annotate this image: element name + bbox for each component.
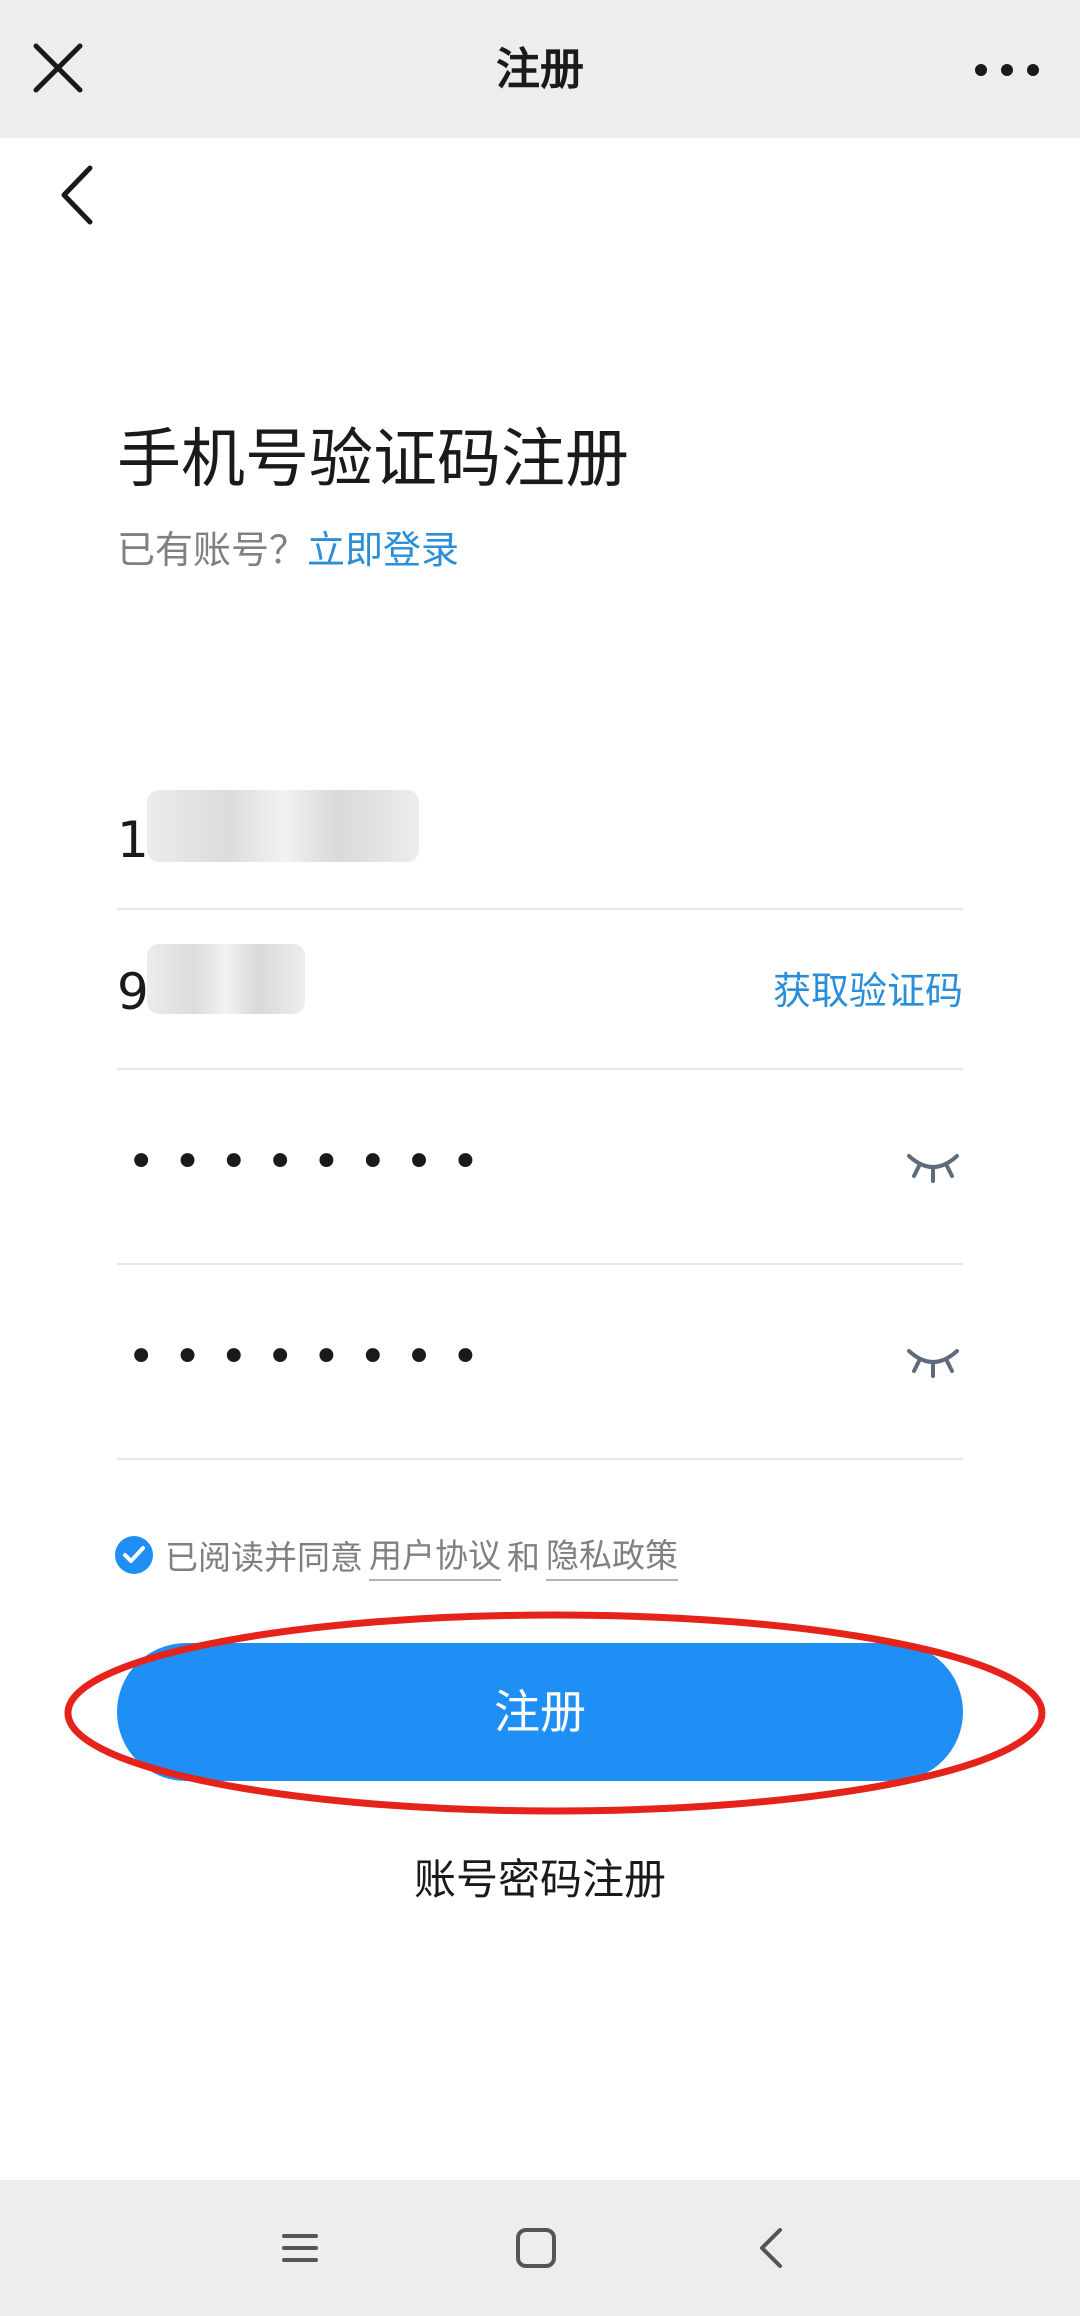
- system-nav-bar: [0, 2180, 1080, 2316]
- agreement-checkbox[interactable]: [115, 1536, 153, 1574]
- register-button[interactable]: 注册: [117, 1643, 963, 1781]
- more-horizontal-icon[interactable]: [972, 50, 1042, 90]
- account-password-register-link[interactable]: 账号密码注册: [0, 1852, 1080, 1908]
- verification-code-field[interactable]: 9 获取验证码: [117, 910, 963, 1070]
- top-bar: 注册: [0, 0, 1080, 138]
- user-agreement-link[interactable]: 用户协议: [369, 1529, 501, 1581]
- page-title: 注册: [496, 44, 584, 95]
- get-code-button[interactable]: 获取验证码: [773, 966, 963, 1016]
- confirm-password-dots: ••••••••: [127, 1329, 498, 1385]
- back-arrow-icon[interactable]: [52, 160, 102, 230]
- password-dots: ••••••••: [127, 1134, 498, 1190]
- has-account-text: 已有账号？: [117, 528, 308, 572]
- eye-closed-icon[interactable]: [905, 1148, 961, 1184]
- login-prompt: 已有账号？立即登录: [117, 524, 459, 576]
- privacy-policy-link[interactable]: 隐私政策: [546, 1529, 678, 1581]
- phone-field[interactable]: 1: [117, 760, 963, 910]
- agreement-and: 和: [507, 1538, 540, 1577]
- phone-value: 1: [117, 811, 149, 869]
- code-blur-mask: [147, 944, 305, 1014]
- code-value: 9: [117, 963, 149, 1021]
- home-icon[interactable]: [506, 2218, 566, 2278]
- check-icon: [123, 1546, 145, 1563]
- eye-closed-icon[interactable]: [905, 1343, 961, 1379]
- agreement-prefix: 已阅读并同意: [165, 1538, 363, 1577]
- agreement-row: 已阅读并同意 用户协议 和 隐私政策: [115, 1529, 684, 1581]
- login-link[interactable]: 立即登录: [307, 528, 459, 572]
- confirm-password-field[interactable]: ••••••••: [117, 1265, 963, 1460]
- form-heading: 手机号验证码注册: [117, 423, 629, 497]
- back-nav-icon[interactable]: [742, 2218, 802, 2278]
- phone-blur-mask: [147, 790, 419, 862]
- recent-apps-icon[interactable]: [270, 2218, 330, 2278]
- password-field[interactable]: ••••••••: [117, 1070, 963, 1265]
